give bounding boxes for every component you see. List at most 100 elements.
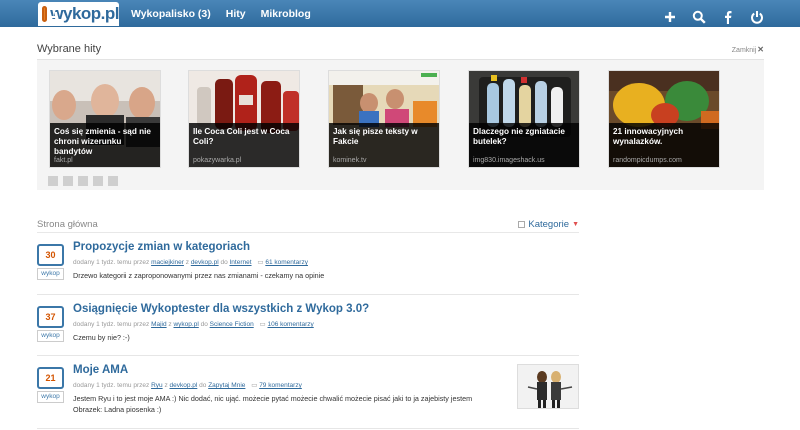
hit-source: fakt.pl bbox=[54, 157, 73, 164]
list-item: 30 wykop Propozycje zmian w kategoriach … bbox=[37, 241, 579, 290]
page-title: Strona główna bbox=[37, 219, 98, 230]
category-filter[interactable]: Kategorie ▼ bbox=[518, 219, 579, 230]
hit-caption: Dlaczego nie zgniatacie butelek? img830.… bbox=[469, 123, 579, 167]
chevron-down-icon: ▼ bbox=[572, 221, 579, 228]
hit-source: kominek.tv bbox=[333, 157, 367, 164]
hit-source: img830.imageshack.us bbox=[473, 157, 545, 164]
logo[interactable]: wykop.pl bbox=[38, 2, 119, 26]
category-link[interactable]: Science Fiction bbox=[210, 321, 254, 328]
entry-meta: dodany 1 tydz. temu przez maciejkiner z … bbox=[73, 258, 308, 266]
vote-count[interactable]: 21 bbox=[37, 367, 64, 389]
pager-dot[interactable] bbox=[108, 176, 118, 186]
meta-from: z bbox=[168, 321, 172, 328]
domain-link[interactable]: devkop.pl bbox=[191, 259, 219, 266]
entry-thumbnail[interactable] bbox=[517, 364, 579, 409]
meta-to: do bbox=[200, 321, 208, 328]
hit-card[interactable]: 21 innowacyjnych wynalazków. randompicdu… bbox=[608, 70, 720, 168]
comment-icon: ▭ bbox=[257, 259, 264, 266]
pager-dot[interactable] bbox=[78, 176, 88, 186]
hit-source: pokazywarka.pl bbox=[193, 157, 242, 164]
vote-count[interactable]: 37 bbox=[37, 306, 64, 328]
checkbox-icon bbox=[518, 221, 526, 228]
hit-caption: Jak się pisze teksty w Fakcie kominek.tv bbox=[329, 123, 439, 167]
hit-card[interactable]: Coś się zmienia - sąd nie chroni wizerun… bbox=[49, 70, 161, 168]
entry-meta: dodany 1 tydz. temu przez Majid z wykop.… bbox=[73, 320, 314, 328]
comments-link[interactable]: 106 komentarzy bbox=[268, 321, 314, 328]
domain-link[interactable]: wykop.pl bbox=[173, 321, 198, 328]
hit-title: Jak się pisze teksty w Fakcie bbox=[333, 127, 418, 146]
featured-hits: Wybrane hity Zamknij✕ Coś się zmienia - … bbox=[37, 39, 764, 190]
nav-hity[interactable]: Hity bbox=[226, 8, 246, 20]
meta-from: z bbox=[164, 382, 168, 389]
meta-prefix: dodany 1 tydz. temu przez bbox=[73, 382, 150, 389]
close-label: Zamknij bbox=[731, 47, 757, 54]
hit-caption: Coś się zmienia - sąd nie chroni wizerun… bbox=[50, 123, 160, 167]
meta-to: do bbox=[199, 382, 207, 389]
comments-link[interactable]: 61 komentarzy bbox=[265, 259, 308, 266]
hit-card[interactable]: Dlaczego nie zgniatacie butelek? img830.… bbox=[468, 70, 580, 168]
hit-caption: 21 innowacyjnych wynalazków. randompicdu… bbox=[609, 123, 719, 167]
close-icon: ✕ bbox=[757, 45, 764, 54]
nav-wykopalisko[interactable]: Wykopalisko (3) bbox=[131, 8, 211, 20]
author-link[interactable]: Majid bbox=[151, 321, 167, 328]
logo-text: wykop.pl bbox=[50, 4, 119, 23]
entry-title[interactable]: Osiągnięcie Wykoptester dla wszystkich z… bbox=[73, 303, 369, 315]
entry-title[interactable]: Moje AMA bbox=[73, 364, 128, 376]
wykop-button[interactable]: wykop bbox=[37, 268, 64, 280]
entry-description: Jestem Ryu i to jest moje AMA :) Nic dod… bbox=[73, 394, 473, 414]
top-icons bbox=[663, 0, 764, 27]
author-link[interactable]: Ryu bbox=[151, 382, 163, 389]
hit-title: Dlaczego nie zgniatacie butelek? bbox=[473, 127, 565, 146]
hit-card[interactable]: Ile Coca Coli jest w Coca Coli? pokazywa… bbox=[188, 70, 300, 168]
comments-link[interactable]: 79 komentarzy bbox=[259, 382, 302, 389]
author-link[interactable]: maciejkiner bbox=[151, 259, 184, 266]
pager-dot[interactable] bbox=[93, 176, 103, 186]
hits-title: Wybrane hity bbox=[37, 43, 102, 55]
entry-thumbnail-image bbox=[518, 365, 578, 408]
pager-dot[interactable] bbox=[48, 176, 58, 186]
vote-box: 37 wykop bbox=[37, 306, 64, 342]
hit-title: Ile Coca Coli jest w Coca Coli? bbox=[193, 127, 290, 146]
domain-link[interactable]: devkop.pl bbox=[170, 382, 198, 389]
meta-prefix: dodany 1 tydz. temu przez bbox=[73, 259, 150, 266]
logo-icon bbox=[42, 6, 58, 22]
divider bbox=[37, 294, 579, 295]
main-header: Strona główna Kategorie ▼ bbox=[37, 219, 579, 233]
entry-meta: dodany 1 tydz. temu przez Ryu z devkop.p… bbox=[73, 381, 302, 389]
hit-title: Coś się zmienia - sąd nie chroni wizerun… bbox=[54, 127, 151, 156]
hit-source: randompicdumps.com bbox=[613, 157, 682, 164]
meta-prefix: dodany 1 tydz. temu przez bbox=[73, 321, 150, 328]
entry-title[interactable]: Propozycje zmian w kategoriach bbox=[73, 241, 250, 253]
entry-description: Czemu by nie? :-) bbox=[73, 333, 130, 342]
hit-caption: Ile Coca Coli jest w Coca Coli? pokazywa… bbox=[189, 123, 299, 167]
nav-mikroblog[interactable]: Mikroblog bbox=[261, 8, 311, 20]
list-item: 37 wykop Osiągnięcie Wykoptester dla wsz… bbox=[37, 303, 579, 352]
vote-box: 30 wykop bbox=[37, 244, 64, 280]
comment-icon: ▭ bbox=[259, 321, 266, 328]
power-icon[interactable] bbox=[750, 4, 764, 24]
category-link[interactable]: Internet bbox=[230, 259, 252, 266]
vote-count[interactable]: 30 bbox=[37, 244, 64, 266]
pager-dot[interactable] bbox=[63, 176, 73, 186]
vote-box: 21 wykop bbox=[37, 367, 64, 403]
hits-carousel: Coś się zmienia - sąd nie chroni wizerun… bbox=[37, 59, 764, 190]
search-icon[interactable] bbox=[692, 4, 706, 24]
comment-icon: ▭ bbox=[251, 382, 258, 389]
top-bar: wykop.pl Wykopalisko (3) Hity Mikroblog bbox=[0, 0, 800, 27]
divider bbox=[37, 428, 579, 429]
hit-card[interactable]: Jak się pisze teksty w Fakcie kominek.tv bbox=[328, 70, 440, 168]
entry-description: Drzewo kategorii z zaproponowanymi przez… bbox=[73, 271, 325, 280]
divider bbox=[37, 355, 579, 356]
close-hits-button[interactable]: Zamknij✕ bbox=[732, 45, 764, 54]
list-item: 21 wykop Moje AMA dodany 1 tydz. temu pr… bbox=[37, 364, 579, 425]
main-nav: Wykopalisko (3) Hity Mikroblog bbox=[131, 0, 311, 27]
facebook-icon[interactable] bbox=[721, 4, 735, 24]
category-link[interactable]: Zapytaj Mnie bbox=[208, 382, 245, 389]
meta-from: z bbox=[185, 259, 189, 266]
carousel-pager bbox=[48, 176, 118, 186]
meta-to: do bbox=[220, 259, 228, 266]
wykop-button[interactable]: wykop bbox=[37, 391, 64, 403]
plus-icon[interactable] bbox=[663, 4, 677, 24]
hit-title: 21 innowacyjnych wynalazków. bbox=[613, 127, 684, 146]
wykop-button[interactable]: wykop bbox=[37, 330, 64, 342]
